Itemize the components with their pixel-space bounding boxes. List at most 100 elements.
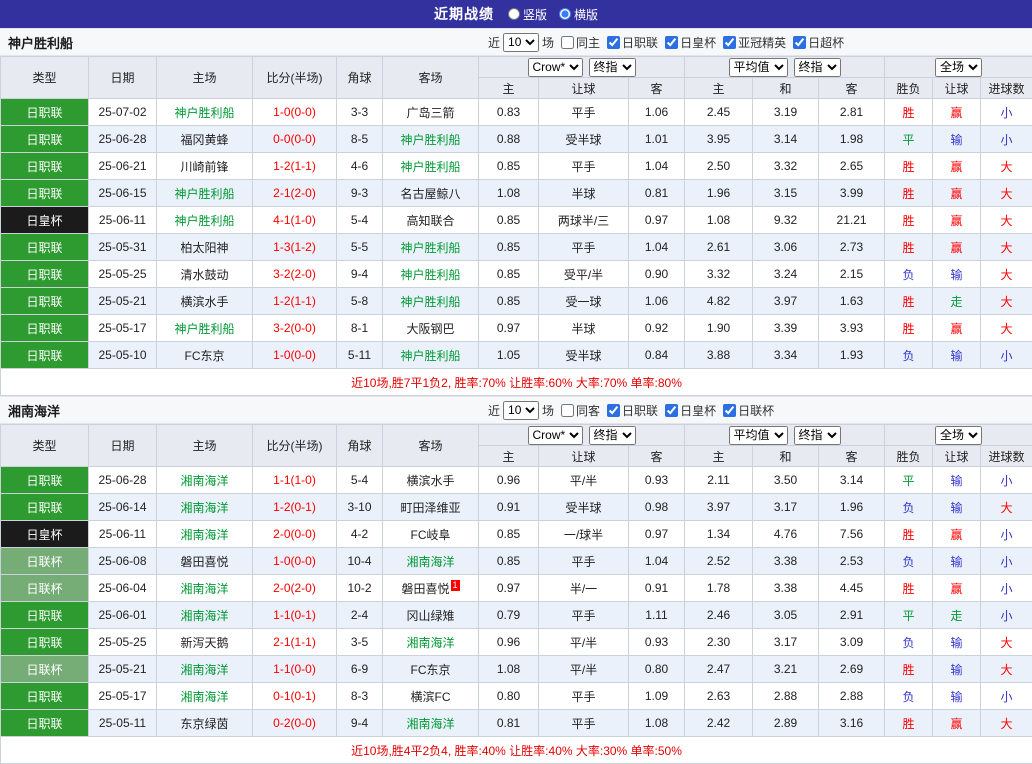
odds-away: 0.98 xyxy=(629,494,685,521)
filter-checkbox[interactable] xyxy=(561,404,574,417)
filter-checkbox[interactable] xyxy=(723,404,736,417)
result-wdl: 胜 xyxy=(885,288,933,315)
filter-checkbox[interactable] xyxy=(561,36,574,49)
filter-checkbox[interactable] xyxy=(607,36,620,49)
odds-away: 0.81 xyxy=(629,180,685,207)
filter-checkbox[interactable] xyxy=(723,36,736,49)
odds-home: 0.80 xyxy=(479,683,539,710)
filter-checkbox-item[interactable]: 同客 xyxy=(561,402,600,419)
avg-away: 2.81 xyxy=(819,99,885,126)
match-date: 25-05-10 xyxy=(89,342,157,369)
avg-draw: 3.19 xyxy=(753,99,819,126)
score: 2-1(2-0) xyxy=(253,180,337,207)
odds-stage-select[interactable]: 终指 xyxy=(589,426,636,445)
filter-label: 亚冠精英 xyxy=(738,34,786,51)
games-label: 场 xyxy=(542,34,554,51)
avg-away: 2.15 xyxy=(819,261,885,288)
filter-checkbox-item[interactable]: 日职联 xyxy=(607,34,658,51)
filter-checkbox-item[interactable]: 日职联 xyxy=(607,402,658,419)
sub-column-header: 客 xyxy=(629,78,685,99)
odds-home: 1.08 xyxy=(479,180,539,207)
radio-input[interactable] xyxy=(508,8,520,20)
page: 近期战绩 竖版横版 神户胜利船近10场同主日职联日皇杯亚冠精英日超杯类型日期主场… xyxy=(0,0,1032,764)
corners: 4-2 xyxy=(337,521,383,548)
handicap: 平/半 xyxy=(539,467,629,494)
odds-home: 0.97 xyxy=(479,575,539,602)
filter-checkbox-item[interactable]: 日皇杯 xyxy=(665,34,716,51)
home-team: 川崎前锋 xyxy=(157,153,253,180)
filter-checkbox-item[interactable]: 同主 xyxy=(561,34,600,51)
result-wdl: 胜 xyxy=(885,710,933,737)
away-team-name: 名古屋鲸八 xyxy=(400,187,460,201)
table-row: 日职联25-05-21横滨水手1-2(1-1)5-8神户胜利船0.85受一球1.… xyxy=(1,288,1032,315)
avg-draw: 3.32 xyxy=(753,153,819,180)
avg-source-select[interactable]: 平均值 xyxy=(729,426,788,445)
home-team: 神户胜利船 xyxy=(157,99,253,126)
filter-checkbox[interactable] xyxy=(607,404,620,417)
away-team-name: 横滨水手 xyxy=(406,474,454,488)
away-team-name: 湘南海洋 xyxy=(406,555,454,569)
match-count-select[interactable]: 10 xyxy=(503,401,539,420)
odds-away: 0.93 xyxy=(629,629,685,656)
filter-checkbox-item[interactable]: 亚冠精英 xyxy=(723,34,786,51)
sub-column-header: 胜负 xyxy=(885,446,933,467)
avg-stage-select[interactable]: 终指 xyxy=(794,58,841,77)
avg-away: 4.45 xyxy=(819,575,885,602)
odds-stage-select[interactable]: 终指 xyxy=(589,58,636,77)
fulltime-scope-select[interactable]: 全场 xyxy=(935,426,982,445)
result-handicap: 走 xyxy=(933,602,981,629)
avg-draw: 2.89 xyxy=(753,710,819,737)
away-team-name: 町田泽维亚 xyxy=(400,501,460,515)
filter-checkbox[interactable] xyxy=(665,36,678,49)
avg-draw: 3.24 xyxy=(753,261,819,288)
home-team: FC东京 xyxy=(157,342,253,369)
league-badge: 日职联 xyxy=(1,683,89,710)
column-header: 日期 xyxy=(89,57,157,99)
odds-source-select[interactable]: Crow* xyxy=(528,426,583,445)
avg-away: 2.53 xyxy=(819,548,885,575)
sub-column-header: 客 xyxy=(629,446,685,467)
corners: 9-4 xyxy=(337,261,383,288)
result-wdl: 胜 xyxy=(885,315,933,342)
odds-home: 0.83 xyxy=(479,99,539,126)
summary-text: 近10场,胜7平1负2, 胜率:70% 让胜率:60% 大率:70% 单率:80… xyxy=(1,369,1032,396)
odds-source-select[interactable]: Crow* xyxy=(528,58,583,77)
sub-column-header: 让球 xyxy=(539,78,629,99)
filter-checkbox[interactable] xyxy=(793,36,806,49)
filter-checkbox-item[interactable]: 日超杯 xyxy=(793,34,844,51)
away-team: 神户胜利船 xyxy=(383,126,479,153)
odds-away: 0.93 xyxy=(629,467,685,494)
odds-away: 1.09 xyxy=(629,683,685,710)
odds-group-header: Crow* 终指 xyxy=(479,57,685,78)
summary-text: 近10场,胜4平2负4, 胜率:40% 让胜率:40% 大率:30% 单率:50… xyxy=(1,737,1032,764)
avg-source-select[interactable]: 平均值 xyxy=(729,58,788,77)
filter-checkbox[interactable] xyxy=(665,404,678,417)
home-team: 横滨水手 xyxy=(157,288,253,315)
odds-away: 1.06 xyxy=(629,288,685,315)
filter-checkbox-item[interactable]: 日皇杯 xyxy=(665,402,716,419)
table-row: 日职联25-06-28福冈黄蜂0-0(0-0)8-5神户胜利船0.88受半球1.… xyxy=(1,126,1032,153)
filter-checkbox-item[interactable]: 日联杯 xyxy=(723,402,774,419)
result-goals: 小 xyxy=(981,99,1032,126)
result-handicap: 赢 xyxy=(933,207,981,234)
result-handicap: 赢 xyxy=(933,575,981,602)
result-wdl: 胜 xyxy=(885,153,933,180)
home-team: 湘南海洋 xyxy=(157,602,253,629)
radio-vertical[interactable]: 竖版 xyxy=(508,6,547,23)
match-count-select[interactable]: 10 xyxy=(503,33,539,52)
fulltime-scope-select[interactable]: 全场 xyxy=(935,58,982,77)
radio-horizontal[interactable]: 横版 xyxy=(559,6,598,23)
away-team: 广岛三箭 xyxy=(383,99,479,126)
avg-home: 2.42 xyxy=(685,710,753,737)
table-row: 日职联25-05-31柏太阳神1-3(1-2)5-5神户胜利船0.85平手1.0… xyxy=(1,234,1032,261)
result-handicap: 输 xyxy=(933,467,981,494)
avg-home: 2.47 xyxy=(685,656,753,683)
score: 2-0(2-0) xyxy=(253,575,337,602)
match-date: 25-05-25 xyxy=(89,261,157,288)
home-team: 柏太阳神 xyxy=(157,234,253,261)
avg-stage-select[interactable]: 终指 xyxy=(794,426,841,445)
league-badge: 日职联 xyxy=(1,467,89,494)
corners: 10-2 xyxy=(337,575,383,602)
radio-input[interactable] xyxy=(559,8,571,20)
score: 1-2(0-1) xyxy=(253,494,337,521)
